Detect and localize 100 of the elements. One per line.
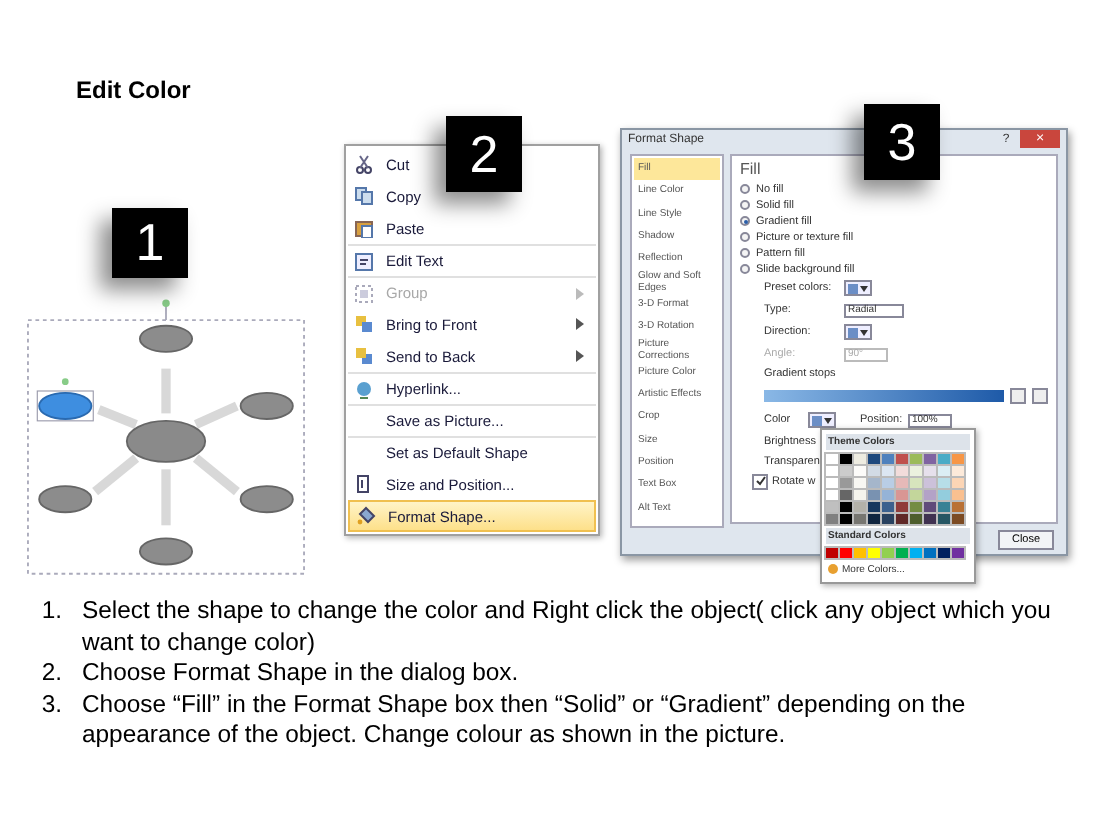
color-swatch[interactable]	[910, 465, 922, 476]
step-number: 2	[446, 116, 522, 192]
instruction-text: Select the shape to change the color and Right click the object( click any object which you want to change color)	[82, 596, 1053, 658]
center-ellipse[interactable]	[124, 420, 206, 464]
color-swatch[interactable]	[868, 477, 880, 488]
color-swatch[interactable]	[924, 477, 936, 488]
ellipse[interactable]	[238, 486, 293, 515]
color-swatch[interactable]	[896, 489, 908, 500]
scissors-icon	[354, 154, 374, 174]
ellipse[interactable]	[238, 392, 293, 421]
color-swatch[interactable]	[896, 465, 908, 476]
color-swatch[interactable]	[938, 501, 950, 512]
color-swatch[interactable]	[896, 477, 908, 488]
instruction-text: Choose “Fill” in the Format Shape box then “Solid” or “Gradient” depending on the appearance of the object. Change colour as shown in the picture.	[82, 689, 968, 751]
radio-button[interactable]	[740, 248, 750, 259]
color-swatch[interactable]	[938, 547, 950, 558]
color-swatch[interactable]	[868, 453, 880, 464]
direction-dropdown[interactable]	[844, 324, 872, 341]
clipboard-icon	[354, 218, 374, 238]
gradient-bar[interactable]	[764, 389, 1004, 402]
color-swatch[interactable]	[882, 501, 894, 512]
color-swatch[interactable]	[854, 513, 866, 524]
color-swatch[interactable]	[840, 489, 852, 500]
remove-stop-button[interactable]	[1032, 387, 1048, 404]
color-swatch[interactable]	[910, 489, 922, 500]
radio-button[interactable]	[740, 200, 750, 211]
color-swatch[interactable]	[952, 477, 964, 488]
color-swatch[interactable]	[826, 513, 838, 524]
color-swatch[interactable]	[868, 513, 880, 524]
checkbox[interactable]	[752, 473, 768, 490]
color-swatch[interactable]	[840, 513, 852, 524]
color-swatch[interactable]	[952, 453, 964, 464]
color-swatch[interactable]	[952, 513, 964, 524]
radio-button[interactable]	[740, 264, 750, 275]
color-swatch[interactable]	[924, 501, 936, 512]
color-swatch[interactable]	[896, 513, 908, 524]
step-number: 3	[864, 104, 940, 180]
color-swatch[interactable]	[840, 501, 852, 512]
text-box-icon	[354, 251, 374, 271]
color-swatch[interactable]	[938, 477, 950, 488]
radio-button[interactable]	[740, 216, 750, 227]
color-swatch[interactable]	[840, 477, 852, 488]
color-swatch[interactable]	[868, 547, 880, 558]
color-swatch[interactable]	[854, 477, 866, 488]
ellipse[interactable]	[137, 325, 193, 354]
color-swatch[interactable]	[826, 547, 838, 558]
color-swatch[interactable]	[910, 477, 922, 488]
color-swatch[interactable]	[840, 465, 852, 476]
color-swatch[interactable]	[882, 465, 894, 476]
color-swatch[interactable]	[938, 453, 950, 464]
add-stop-button[interactable]	[1010, 387, 1026, 404]
color-swatch[interactable]	[924, 513, 936, 524]
color-swatch[interactable]	[868, 501, 880, 512]
color-swatch[interactable]	[882, 477, 894, 488]
color-swatch[interactable]	[924, 489, 936, 500]
color-swatch[interactable]	[910, 501, 922, 512]
group-icon	[354, 283, 374, 303]
selected-ellipse[interactable]	[35, 379, 93, 423]
color-swatch[interactable]	[924, 453, 936, 464]
ellipse[interactable]	[37, 486, 92, 515]
instruction-text: Choose Format Shape in the dialog box.	[82, 658, 519, 689]
caret-icon	[860, 285, 868, 292]
color-swatch[interactable]	[854, 465, 866, 476]
preset-dropdown[interactable]	[844, 280, 872, 297]
slide-title: Edit Color	[74, 74, 193, 104]
color-swatch[interactable]	[896, 547, 908, 558]
color-swatch[interactable]	[952, 547, 964, 558]
color-swatch[interactable]	[910, 453, 922, 464]
color-swatch[interactable]	[882, 547, 894, 558]
color-swatch[interactable]	[952, 501, 964, 512]
radio-button[interactable]	[740, 184, 750, 195]
color-swatch[interactable]	[938, 489, 950, 500]
color-swatch[interactable]	[910, 547, 922, 558]
color-swatch[interactable]	[952, 465, 964, 476]
color-swatch[interactable]	[910, 513, 922, 524]
color-swatch[interactable]	[896, 453, 908, 464]
color-swatch[interactable]	[854, 453, 866, 464]
color-swatch[interactable]	[882, 489, 894, 500]
paint-bucket-icon	[356, 506, 376, 526]
color-swatch[interactable]	[882, 453, 894, 464]
radio-button[interactable]	[740, 232, 750, 243]
ellipse[interactable]	[137, 538, 193, 567]
color-swatch[interactable]	[868, 489, 880, 500]
color-swatch[interactable]	[854, 489, 866, 500]
color-swatch[interactable]	[924, 547, 936, 558]
color-button[interactable]	[808, 412, 836, 429]
color-swatch[interactable]	[924, 465, 936, 476]
color-swatch[interactable]	[938, 513, 950, 524]
color-swatch[interactable]	[952, 489, 964, 500]
color-swatch[interactable]	[854, 501, 866, 512]
step-number: 2.	[39, 658, 64, 689]
color-swatch[interactable]	[896, 501, 908, 512]
pane-heading: Fill	[740, 159, 763, 178]
color-swatch[interactable]	[840, 547, 852, 558]
color-swatch[interactable]	[854, 547, 866, 558]
color-swatch[interactable]	[826, 501, 838, 512]
color-swatch[interactable]	[938, 465, 950, 476]
color-swatch[interactable]	[840, 453, 852, 464]
color-swatch[interactable]	[868, 465, 880, 476]
color-swatch[interactable]	[882, 513, 894, 524]
